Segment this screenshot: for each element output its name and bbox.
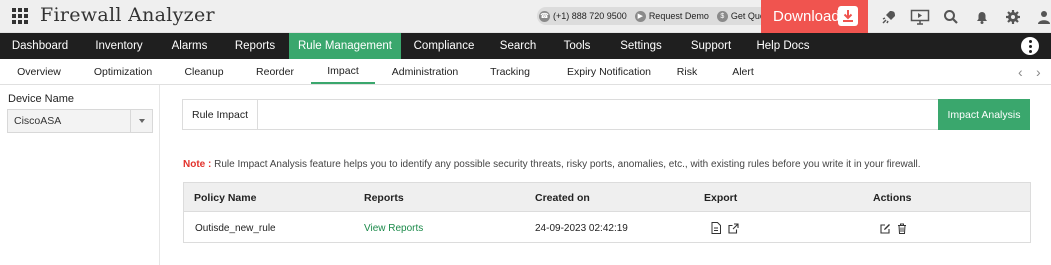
user-icon[interactable] bbox=[1028, 0, 1051, 33]
actions-cell bbox=[879, 213, 913, 243]
tab-expiry-notification[interactable]: Expiry Notification bbox=[556, 59, 662, 84]
chevron-down-icon[interactable] bbox=[130, 110, 152, 132]
download-label: Download bbox=[773, 8, 840, 25]
device-name-label: Device Name bbox=[8, 93, 75, 105]
app-title: Firewall Analyzer bbox=[40, 4, 215, 26]
external-link-icon[interactable] bbox=[727, 222, 739, 234]
nav-alarms[interactable]: Alarms bbox=[158, 33, 221, 59]
header-icon-group bbox=[873, 0, 1051, 33]
col-created-on: Created on bbox=[535, 191, 590, 204]
download-icon bbox=[838, 6, 858, 26]
rule-impact-label: Rule Impact bbox=[183, 100, 258, 129]
rule-impact-bar: Rule Impact Impact Analysis bbox=[182, 99, 1030, 130]
tab-reorder[interactable]: Reorder bbox=[248, 59, 302, 84]
tab-overview[interactable]: Overview bbox=[10, 59, 68, 84]
bell-icon[interactable] bbox=[966, 0, 997, 33]
impact-analysis-button[interactable]: Impact Analysis bbox=[938, 99, 1030, 130]
nav-inventory[interactable]: Inventory bbox=[80, 33, 158, 59]
nav-support[interactable]: Support bbox=[677, 33, 745, 59]
main-content: Rule Impact Impact Analysis Note : Rule … bbox=[160, 85, 1051, 265]
rule-impact-table: Policy Name Reports Created on Export Ac… bbox=[183, 182, 1031, 243]
tab-tracking[interactable]: Tracking bbox=[483, 59, 537, 84]
more-options-icon[interactable] bbox=[1021, 37, 1039, 55]
table-row: Outisde_new_rule View Reports 24-09-2023… bbox=[184, 213, 1030, 243]
cell-created-on: 24-09-2023 02:42:19 bbox=[535, 222, 628, 234]
nav-reports[interactable]: Reports bbox=[221, 33, 289, 59]
device-select[interactable]: CiscoASA bbox=[7, 109, 153, 133]
scroll-right-icon[interactable]: › bbox=[1036, 64, 1041, 80]
phone-number: (+1) 888 720 9500 bbox=[553, 11, 627, 21]
note-body: Rule Impact Analysis feature helps you t… bbox=[214, 159, 921, 170]
edit-icon[interactable] bbox=[879, 222, 891, 234]
cell-policy-name: Outisde_new_rule bbox=[195, 222, 276, 234]
search-icon[interactable] bbox=[935, 0, 966, 33]
gear-icon[interactable] bbox=[997, 0, 1028, 33]
tab-administration[interactable]: Administration bbox=[386, 59, 464, 84]
device-select-value: CiscoASA bbox=[14, 115, 62, 127]
presentation-icon[interactable] bbox=[904, 0, 935, 33]
sub-nav: Overview Optimization Cleanup Reorder Im… bbox=[0, 59, 1051, 85]
rule-impact-input[interactable] bbox=[259, 100, 939, 129]
trash-icon[interactable] bbox=[896, 222, 908, 234]
phone-icon: ☎ bbox=[539, 10, 550, 22]
col-actions: Actions bbox=[873, 191, 912, 204]
nav-settings[interactable]: Settings bbox=[605, 33, 677, 59]
nav-compliance[interactable]: Compliance bbox=[401, 33, 487, 59]
nav-tools[interactable]: Tools bbox=[549, 33, 605, 59]
export-cell bbox=[710, 213, 744, 243]
nav-dashboard[interactable]: Dashboard bbox=[0, 33, 80, 59]
col-export: Export bbox=[704, 191, 738, 204]
nav-help-docs[interactable]: Help Docs bbox=[745, 33, 821, 59]
nav-rule-management[interactable]: Rule Management bbox=[289, 33, 401, 59]
scroll-left-icon[interactable]: ‹ bbox=[1018, 64, 1023, 80]
note-prefix: Note : bbox=[183, 159, 212, 170]
phone-link[interactable]: ☎ (+1) 888 720 9500 bbox=[539, 10, 627, 22]
nav-search[interactable]: Search bbox=[487, 33, 549, 59]
dollar-icon: $ bbox=[716, 10, 728, 22]
tab-optimization[interactable]: Optimization bbox=[87, 59, 159, 84]
app-grid-icon[interactable] bbox=[12, 8, 28, 24]
demo-icon: ▶ bbox=[634, 10, 646, 22]
header-contact-links: ☎ (+1) 888 720 9500 ▶ Request Demo $ Get… bbox=[537, 7, 779, 25]
col-policy-name: Policy Name bbox=[194, 191, 257, 204]
download-button[interactable]: Download bbox=[761, 0, 868, 33]
table-header: Policy Name Reports Created on Export Ac… bbox=[184, 183, 1030, 212]
tab-alert[interactable]: Alert bbox=[723, 59, 763, 84]
note-text: Note : Rule Impact Analysis feature help… bbox=[183, 159, 921, 170]
device-sidebar: Device Name CiscoASA bbox=[0, 85, 160, 265]
tab-risk[interactable]: Risk bbox=[671, 59, 703, 84]
rocket-icon[interactable] bbox=[873, 0, 904, 33]
main-nav: Dashboard Inventory Alarms Reports Rule … bbox=[0, 33, 1051, 59]
tab-cleanup[interactable]: Cleanup bbox=[178, 59, 230, 84]
view-reports-link[interactable]: View Reports bbox=[364, 213, 423, 243]
request-demo-label: Request Demo bbox=[648, 11, 709, 21]
tab-impact[interactable]: Impact bbox=[311, 59, 375, 84]
col-reports: Reports bbox=[364, 191, 404, 204]
request-demo-link[interactable]: ▶ Request Demo bbox=[634, 10, 709, 22]
pdf-export-icon[interactable] bbox=[710, 222, 722, 234]
top-header: Firewall Analyzer ☎ (+1) 888 720 9500 ▶ … bbox=[0, 0, 1051, 33]
